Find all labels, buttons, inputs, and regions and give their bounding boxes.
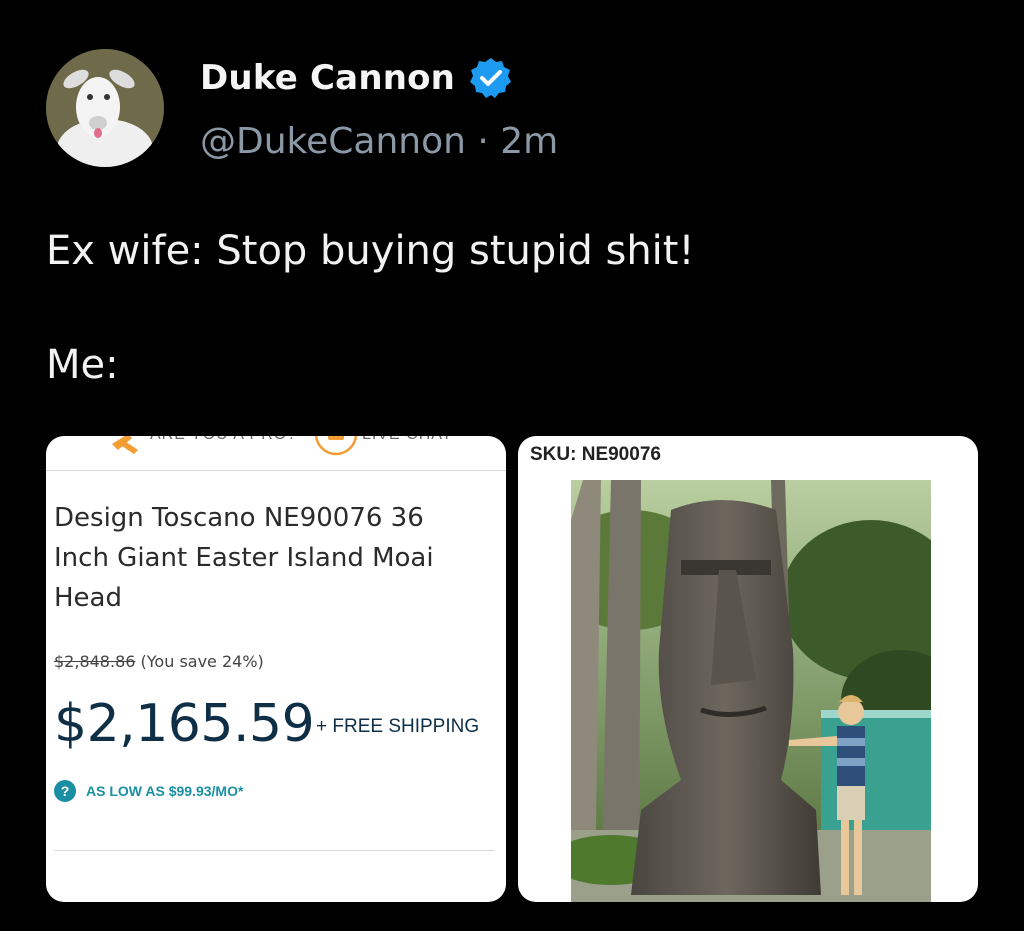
moai-statue-photo[interactable] [571,480,931,902]
tweet-line-2: Me: [46,342,119,388]
product-listing-card[interactable]: ARE YOU A PRO? LIVE CHAT Design Toscano … [46,436,506,902]
chat-icon [314,436,358,456]
author-handle-line: @DukeCannon · 2m [200,121,558,162]
original-price: $2,848.86 [54,652,136,671]
product-photo-card[interactable]: SKU: NE90076 [518,436,978,902]
financing-link[interactable]: ? AS LOW AS $99.93/MO* [54,780,243,802]
tools-icon [112,436,138,454]
tweet-line-1: Ex wife: Stop buying stupid shit! [46,228,695,274]
verified-badge-icon [469,56,513,100]
sale-price: $2,165.59 [54,694,315,754]
help-icon[interactable]: ? [54,780,76,802]
financing-text[interactable]: AS LOW AS $99.93/MO* [86,783,243,799]
pro-label: ARE YOU A PRO? [150,436,297,444]
tweet-text: Ex wife: Stop buying stupid shit! Me: [46,224,695,392]
top-nav-strip: ARE YOU A PRO? LIVE CHAT [46,436,506,471]
goat-avatar-image [46,49,164,167]
sku-label: SKU: NE90076 [530,444,661,465]
tweet-time[interactable]: 2m [500,121,558,162]
divider [54,850,494,851]
free-shipping-label: + FREE SHIPPING [316,716,480,737]
author-handle[interactable]: @DukeCannon [200,121,466,162]
savings-text: (You save 24%) [140,652,264,671]
meta-separator: · [477,121,489,162]
product-title[interactable]: Design Toscano NE90076 36 Inch Giant Eas… [54,498,474,618]
author-name-row[interactable]: Duke Cannon [200,56,513,100]
original-price-row: $2,848.86 (You save 24%) [54,652,264,671]
author-avatar[interactable] [46,49,164,167]
author-name[interactable]: Duke Cannon [200,58,455,98]
live-chat-label: LIVE CHAT [362,436,453,444]
